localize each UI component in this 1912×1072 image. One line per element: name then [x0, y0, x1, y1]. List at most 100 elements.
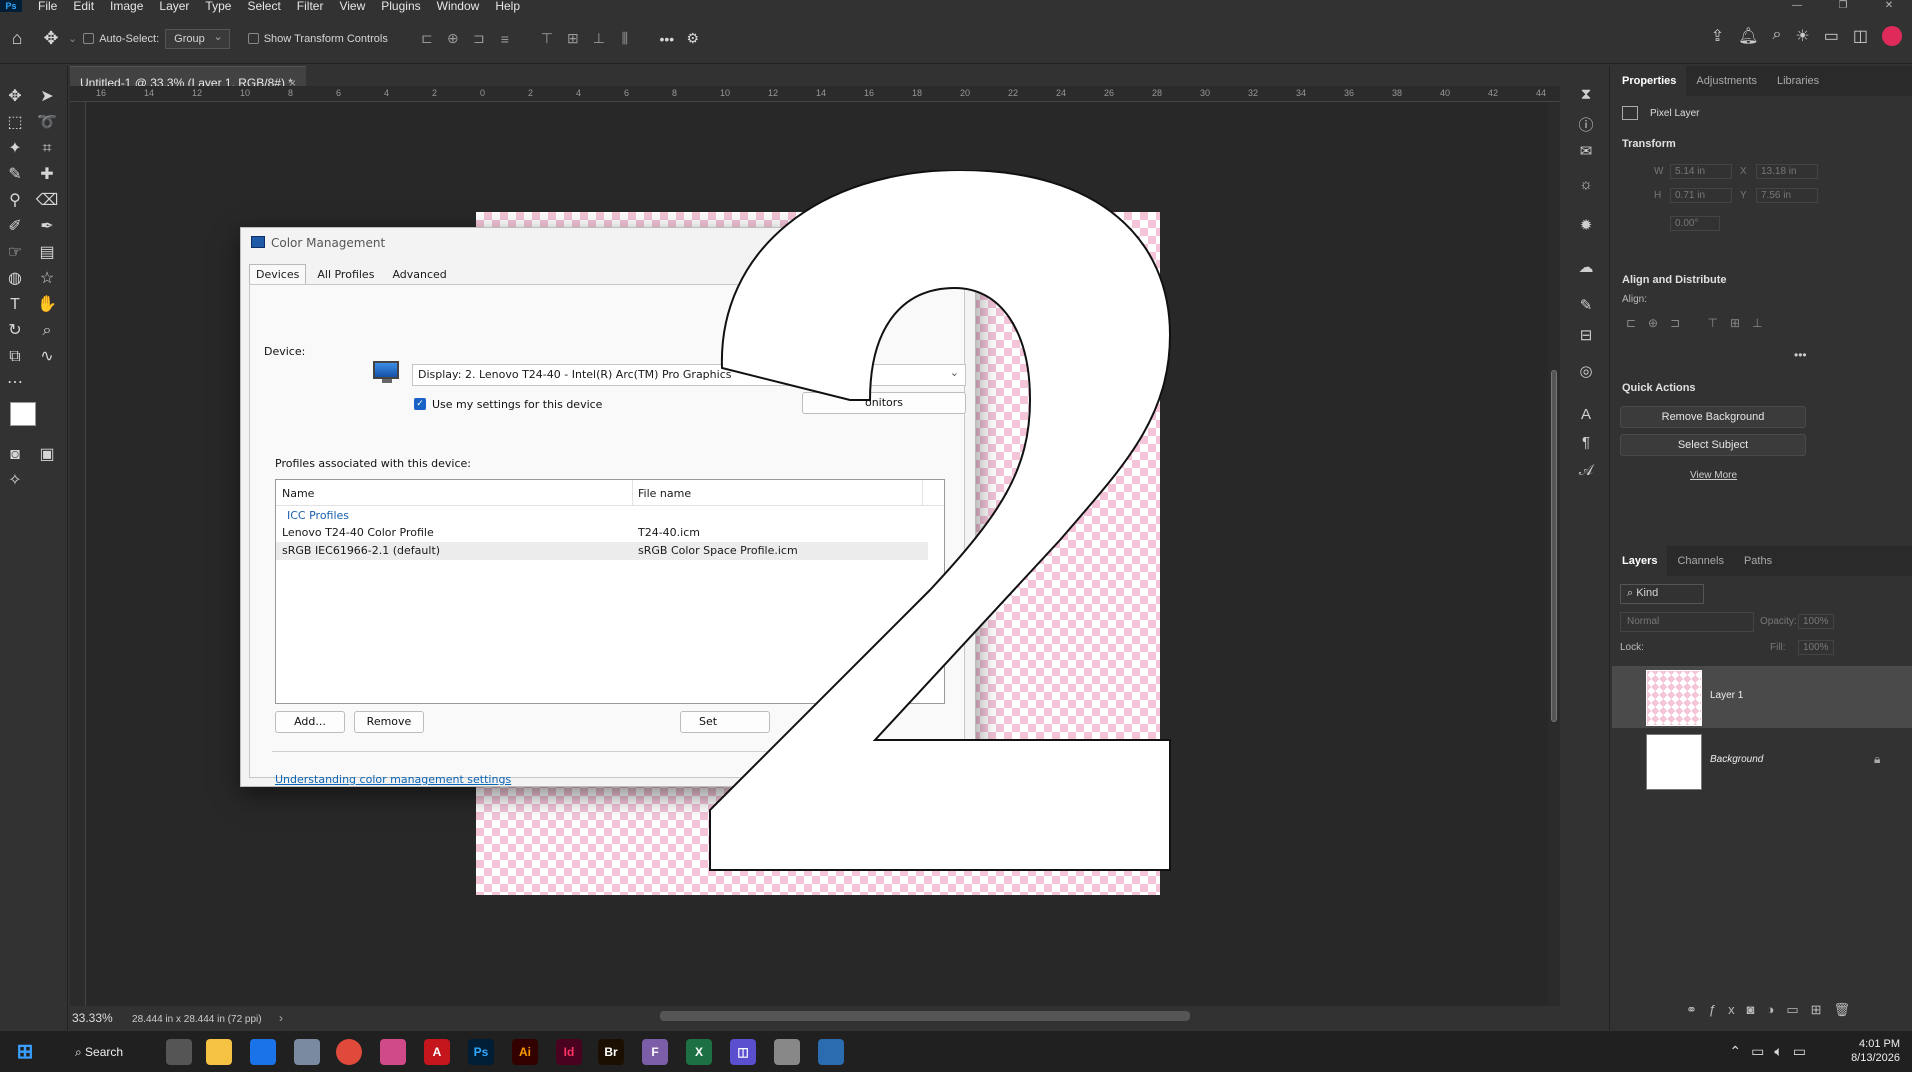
- y-field[interactable]: 7.56 in: [1756, 188, 1818, 203]
- tab-libraries[interactable]: Libraries: [1767, 66, 1829, 96]
- warp-icon[interactable]: ∿: [34, 346, 60, 368]
- vertical-scrollbar[interactable]: [1548, 102, 1560, 1010]
- quick-mask-icon[interactable]: ◙: [2, 444, 28, 466]
- color-management-taskbar-icon[interactable]: [818, 1039, 844, 1065]
- tab-channels[interactable]: Channels: [1667, 546, 1733, 576]
- tab-devices[interactable]: Devices: [249, 264, 307, 285]
- column-file-name[interactable]: File name: [638, 487, 691, 500]
- status-chevron-icon[interactable]: ›: [279, 1011, 283, 1025]
- creative-cloud-icon[interactable]: [380, 1039, 406, 1065]
- width-field[interactable]: 5.14 in: [1670, 164, 1732, 179]
- bell-icon[interactable]: 🔔︎: [1738, 26, 1758, 46]
- eraser-icon[interactable]: ⌫: [34, 190, 60, 212]
- use-settings-checkbox[interactable]: ✓: [414, 398, 426, 410]
- acrobat-icon[interactable]: A: [424, 1039, 450, 1065]
- search-button[interactable]: ⌕ Search: [64, 1039, 134, 1065]
- layer-row[interactable]: Background 🔒︎: [1612, 730, 1912, 792]
- zoom-level[interactable]: 33.33%: [72, 1011, 113, 1025]
- tab-layers[interactable]: Layers: [1612, 546, 1668, 576]
- magic-wand-icon[interactable]: ✦: [2, 138, 28, 160]
- auto-select-dropdown[interactable]: Group: [165, 28, 230, 49]
- more-options-icon[interactable]: •••: [654, 31, 680, 47]
- align-buttons[interactable]: ⊏⊕⊐ ⊤⊞⊥: [1626, 316, 1774, 330]
- settings-icon[interactable]: [294, 1039, 320, 1065]
- fill-field[interactable]: 100%: [1798, 640, 1834, 655]
- x-field[interactable]: 13.18 in: [1756, 164, 1818, 179]
- menu-layer[interactable]: Layer: [151, 0, 197, 12]
- menu-file[interactable]: File: [30, 0, 65, 12]
- tab-advanced[interactable]: Advanced: [385, 264, 453, 285]
- add-button[interactable]: Add...: [275, 711, 345, 733]
- healing-brush-icon[interactable]: ✚: [34, 164, 60, 186]
- glyphs-icon[interactable]: 𝒜: [1574, 462, 1598, 484]
- character-icon[interactable]: A: [1574, 406, 1598, 428]
- file-explorer-icon[interactable]: [206, 1039, 232, 1065]
- layer-name[interactable]: Background: [1710, 754, 1763, 765]
- transform-section-title[interactable]: Transform: [1622, 138, 1676, 150]
- comments-icon[interactable]: ✉: [1574, 142, 1598, 164]
- scroll-thumb[interactable]: [1551, 370, 1557, 722]
- height-field[interactable]: 0.71 in: [1670, 188, 1732, 203]
- share-icon[interactable]: ⇪: [1711, 26, 1724, 46]
- align-left-icon[interactable]: ⊏: [414, 30, 440, 47]
- lightbulb-icon[interactable]: ☀: [1795, 26, 1809, 46]
- align-center-icon[interactable]: ⊕: [440, 30, 466, 47]
- illustrator-icon[interactable]: Ai: [512, 1039, 538, 1065]
- snipping-icon[interactable]: [774, 1039, 800, 1065]
- select-arrow-icon[interactable]: ➤: [34, 86, 60, 108]
- restore-icon[interactable]: ❐: [1820, 0, 1866, 12]
- menu-view[interactable]: View: [331, 0, 373, 12]
- select-subject-button[interactable]: Select Subject: [1620, 434, 1806, 456]
- avatar[interactable]: [1882, 26, 1902, 46]
- foreground-color-swatch[interactable]: [10, 402, 36, 426]
- tab-all-profiles[interactable]: All Profiles: [310, 264, 381, 285]
- menu-plugins[interactable]: Plugins: [373, 0, 428, 12]
- menu-filter[interactable]: Filter: [289, 0, 332, 12]
- history-icon[interactable]: ⧗: [1574, 86, 1598, 108]
- app-icon[interactable]: ◫: [730, 1039, 756, 1065]
- more-align-icon[interactable]: •••: [1794, 348, 1807, 362]
- menu-edit[interactable]: Edit: [65, 0, 102, 12]
- star-icon[interactable]: ☆: [34, 268, 60, 290]
- column-name[interactable]: Name: [282, 487, 314, 500]
- smudge-icon[interactable]: ☞: [2, 242, 28, 264]
- view-more-link[interactable]: View More: [1690, 470, 1737, 481]
- eyedropper-icon[interactable]: ✎: [2, 164, 28, 186]
- system-tray-icons[interactable]: ⌃▭🔈︎▭: [1729, 1043, 1816, 1060]
- search-icon[interactable]: ⌕: [1772, 26, 1781, 46]
- chrome-icon[interactable]: [336, 1039, 362, 1065]
- close-icon[interactable]: ✕: [1866, 0, 1912, 12]
- outlook-icon[interactable]: [250, 1039, 276, 1065]
- remove-background-button[interactable]: Remove Background: [1620, 406, 1806, 428]
- move-tool-icon[interactable]: ✥: [2, 86, 28, 108]
- brush-icon[interactable]: ✐: [2, 216, 28, 238]
- gear-icon[interactable]: ⚙: [680, 30, 706, 47]
- align-section-title[interactable]: Align and Distribute: [1622, 274, 1727, 286]
- screen-mode-icon[interactable]: ▣: [34, 444, 60, 466]
- clock[interactable]: 4:01 PM 8/13/2026: [1851, 1037, 1900, 1065]
- minimize-icon[interactable]: —: [1774, 0, 1820, 12]
- help-link[interactable]: Understanding color management settings: [275, 773, 511, 786]
- remove-button[interactable]: Remove: [354, 711, 424, 733]
- layer-name[interactable]: Layer 1: [1710, 690, 1743, 701]
- align-middle-icon[interactable]: ⊞: [560, 30, 586, 47]
- gradient-icon[interactable]: ▤: [34, 242, 60, 264]
- show-transform-checkbox[interactable]: [247, 33, 259, 45]
- photoshop-icon[interactable]: Ps: [468, 1039, 494, 1065]
- align-right-icon[interactable]: ⊐: [466, 30, 492, 47]
- generative-icon[interactable]: ✧: [2, 470, 28, 492]
- pen-icon[interactable]: ✒: [34, 216, 60, 238]
- sliders-icon[interactable]: ⊟: [1574, 326, 1598, 348]
- layer-row[interactable]: Layer 1: [1612, 666, 1912, 728]
- windows-start-icon[interactable]: ⊞: [12, 1039, 38, 1065]
- quick-actions-title[interactable]: Quick Actions: [1622, 382, 1696, 394]
- forms-icon[interactable]: F: [642, 1039, 668, 1065]
- task-view-icon[interactable]: [166, 1039, 192, 1065]
- tool-preset-chevron-icon[interactable]: ⌄: [68, 32, 77, 45]
- hand-icon[interactable]: ✋: [34, 294, 60, 316]
- sponge-icon[interactable]: ◍: [2, 268, 28, 290]
- tab-paths[interactable]: Paths: [1734, 546, 1782, 576]
- menu-help[interactable]: Help: [487, 0, 528, 12]
- layer-actions[interactable]: ⚭ƒx◙◑▭⊞🗑: [1686, 1002, 1862, 1018]
- menu-window[interactable]: Window: [429, 0, 488, 12]
